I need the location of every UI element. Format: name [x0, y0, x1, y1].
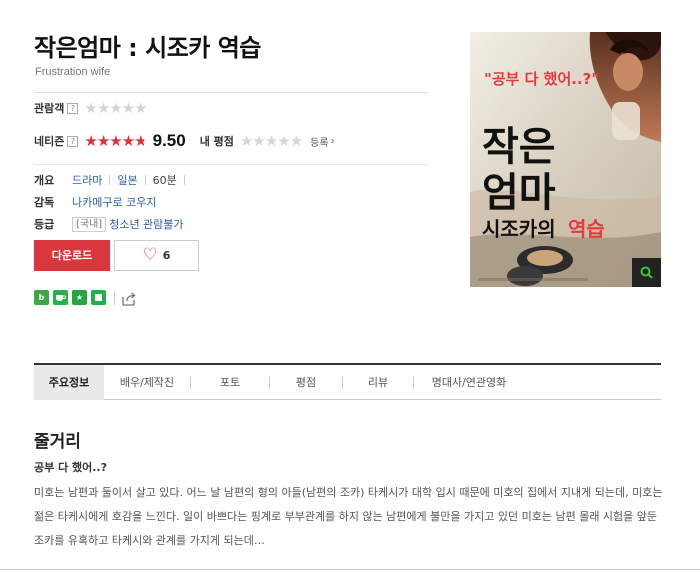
- audience-label: 관람객: [34, 102, 65, 115]
- separator: [109, 175, 111, 185]
- tab-rating[interactable]: 평점: [270, 365, 342, 400]
- movie-poster[interactable]: "공부 다 했어..?" 작은 엄마 시조카의 역습: [470, 32, 661, 287]
- separator: [114, 290, 115, 305]
- divider: [34, 164, 428, 165]
- tab-photo[interactable]: 포토: [191, 365, 269, 400]
- genre-link[interactable]: 드라마: [72, 172, 102, 188]
- director-label: 감독: [34, 196, 55, 209]
- tab-review[interactable]: 리뷰: [343, 365, 413, 400]
- overview-label: 개요: [34, 174, 55, 187]
- director-link[interactable]: 나카메구로 코우지: [72, 194, 156, 210]
- my-rating-label: 내 평점: [199, 135, 234, 148]
- like-button[interactable]: ♡ 6: [114, 240, 199, 271]
- director-row: 감독 나카메구로 코우지: [34, 194, 156, 210]
- cafe-icon[interactable]: [53, 290, 68, 305]
- separator: [183, 175, 185, 185]
- age-rating-label: 등급: [34, 218, 55, 231]
- country-link[interactable]: 일본: [117, 172, 137, 188]
- poster-title-line1: 작은: [482, 124, 556, 170]
- separator: [144, 175, 146, 185]
- share-bar: b ★: [34, 290, 137, 306]
- age-rating-row: 등급 [국내] 청소년 관람불가: [34, 216, 184, 232]
- help-icon[interactable]: ?: [67, 135, 79, 147]
- divider: [0, 569, 700, 570]
- tab-bar: 주요정보 배우/제작진 포토 평점 리뷰 명대사/연관영화: [34, 363, 661, 400]
- poster-image: "공부 다 했어..?" 작은 엄마 시조카의 역습: [470, 32, 661, 287]
- magnifier-icon: [640, 266, 653, 279]
- netizen-stars: ★★★★★ ★★★★★: [84, 131, 147, 150]
- divider: [34, 92, 428, 93]
- poster-subtitle-emph: 역습: [568, 217, 605, 241]
- heart-icon: ♡: [142, 245, 158, 265]
- movie-title: 작은엄마 : 시조카 역습: [34, 34, 261, 62]
- zoom-button[interactable]: [632, 258, 661, 287]
- tab-quotes-related[interactable]: 명대사/연관영화: [414, 365, 524, 400]
- chevron-right-icon: ›: [330, 135, 335, 147]
- synopsis-section-title: 줄거리: [34, 432, 81, 452]
- netizen-label: 네티즌: [34, 135, 65, 148]
- like-count: 6: [162, 249, 171, 262]
- star-share-icon[interactable]: ★: [72, 290, 87, 305]
- movie-detail-page: 작은엄마 : 시조카 역습 Frustration wife 관람객 ? ★★★…: [0, 0, 700, 573]
- poster-tagline: "공부 다 했어..?": [484, 70, 599, 88]
- help-icon[interactable]: ?: [67, 102, 79, 114]
- tab-cast-crew[interactable]: 배우/제작진: [104, 365, 190, 400]
- netizen-rating-row: 네티즌 ? ★★★★★★★★★★ 9.50 내 평점 ★★★★★★★★★★ 등록…: [34, 131, 335, 151]
- audience-stars: ★★★★★★★★★★: [84, 98, 147, 117]
- poster-subtitle: 시조카의: [482, 217, 556, 241]
- movie-original-title: Frustration wife: [35, 66, 111, 78]
- synopsis-body: 미호는 남편과 둘이서 살고 있다. 어느 날 남편의 형의 아들(남편의 조카…: [34, 486, 663, 547]
- bookmark-icon[interactable]: [91, 290, 106, 305]
- poster-title-line2: 엄마: [482, 170, 556, 216]
- netizen-score: 9.50: [152, 131, 186, 150]
- download-button[interactable]: 다운로드: [34, 240, 110, 271]
- synopsis-headline: 공부 다 했어..?: [34, 461, 107, 474]
- blog-icon[interactable]: b: [34, 290, 49, 305]
- register-rating-link[interactable]: 등록: [310, 134, 328, 149]
- runtime: 60분: [152, 174, 177, 187]
- rating-region-badge: [국내]: [72, 216, 107, 232]
- export-icon[interactable]: [121, 291, 137, 306]
- age-rating-link[interactable]: 청소년 관람불가: [109, 216, 183, 232]
- overview-row: 개요 드라마 일본 60분: [34, 172, 192, 188]
- audience-rating-row: 관람객 ? ★★★★★★★★★★: [34, 98, 148, 117]
- my-rating-stars[interactable]: ★★★★★★★★★★: [240, 133, 303, 149]
- tab-main-info[interactable]: 주요정보: [34, 365, 104, 400]
